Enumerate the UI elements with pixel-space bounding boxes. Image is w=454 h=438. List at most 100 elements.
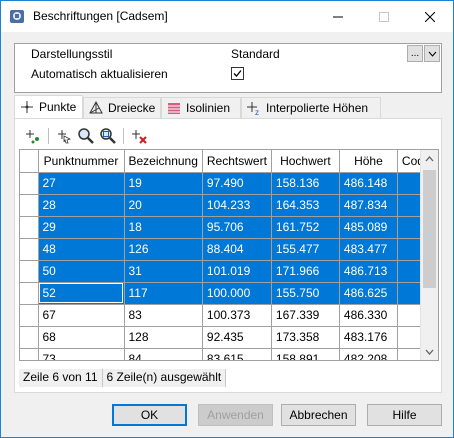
- scroll-up-button[interactable]: [421, 150, 438, 167]
- zoom-selection-button[interactable]: [98, 126, 118, 146]
- table-cell[interactable]: 27: [38, 172, 125, 195]
- table-row[interactable]: 50 31 101.019 171.966 486.713: [20, 260, 436, 283]
- table-cell[interactable]: 104.233: [202, 194, 272, 217]
- table-cell-focused[interactable]: 52: [38, 282, 125, 305]
- minimize-button[interactable]: [315, 1, 361, 32]
- column-header[interactable]: Höhe: [339, 150, 398, 173]
- corner-cell[interactable]: [20, 150, 39, 173]
- table-cell[interactable]: 487.834: [339, 194, 398, 217]
- row-header[interactable]: [20, 326, 39, 349]
- table-cell[interactable]: 20: [124, 194, 203, 217]
- table-cell[interactable]: 88.404: [202, 238, 272, 261]
- scroll-down-button[interactable]: [421, 343, 438, 360]
- table-cell[interactable]: 84: [124, 348, 203, 360]
- style-dropdown-button[interactable]: [424, 45, 440, 62]
- row-header[interactable]: [20, 304, 39, 327]
- table-row[interactable]: 48 126 88.404 155.477 483.477: [20, 238, 436, 261]
- table-row[interactable]: 29 18 95.706 161.752 485.089: [20, 216, 436, 239]
- vertical-scrollbar[interactable]: [420, 150, 438, 360]
- table-row[interactable]: 28 20 104.233 164.353 487.834: [20, 194, 436, 217]
- maximize-button[interactable]: [361, 1, 407, 32]
- style-value[interactable]: Standard: [231, 47, 280, 61]
- zoom-button[interactable]: [76, 126, 96, 146]
- table-cell[interactable]: 155.750: [271, 282, 340, 305]
- table-cell[interactable]: 158.891: [271, 348, 340, 360]
- table-cell[interactable]: 482.208: [339, 348, 398, 360]
- delete-button[interactable]: [129, 126, 149, 146]
- table-cell[interactable]: 485.089: [339, 216, 398, 239]
- table-cell[interactable]: 171.966: [271, 260, 340, 283]
- table-row[interactable]: 52 117 100.000 155.750 486.625: [20, 282, 436, 305]
- tab-isolinien[interactable]: Isolinien: [161, 97, 241, 118]
- select-button[interactable]: [54, 126, 74, 146]
- table-cell[interactable]: 18: [124, 216, 203, 239]
- row-header[interactable]: [20, 238, 39, 261]
- table-cell[interactable]: 101.019: [202, 260, 272, 283]
- table-cell[interactable]: 483.176: [339, 326, 398, 349]
- table-cell[interactable]: 164.353: [271, 194, 340, 217]
- table-cell[interactable]: 29: [38, 216, 125, 239]
- table-cell[interactable]: 167.339: [271, 304, 340, 327]
- table-cell[interactable]: 83: [124, 304, 203, 327]
- close-button[interactable]: [407, 1, 453, 32]
- cancel-button[interactable]: Abbrechen: [281, 404, 356, 426]
- table-cell[interactable]: 68: [38, 326, 125, 349]
- scrollbar-thumb[interactable]: [423, 170, 436, 288]
- table-cell[interactable]: 483.477: [339, 238, 398, 261]
- table-row[interactable]: 27 19 97.490 158.136 486.148: [20, 172, 436, 195]
- close-icon: [425, 11, 435, 22]
- tab-punkte[interactable]: Punkte: [14, 95, 83, 118]
- table-cell[interactable]: 486.330: [339, 304, 398, 327]
- table-cell[interactable]: 97.490: [202, 172, 272, 195]
- table-cell[interactable]: 50: [38, 260, 125, 283]
- table-cell[interactable]: 173.358: [271, 326, 340, 349]
- help-button[interactable]: Hilfe: [367, 404, 442, 426]
- table-cell[interactable]: 19: [124, 172, 203, 195]
- table-cell[interactable]: 48: [38, 238, 125, 261]
- table-header-row: Punktnummer Bezeichnung Rechtswert Hochw…: [20, 150, 436, 173]
- chevron-down-icon: [428, 51, 436, 57]
- table-row[interactable]: 67 83 100.373 167.339 486.330: [20, 304, 436, 327]
- tab-label: Interpolierte Höhen: [266, 101, 369, 115]
- style-more-button[interactable]: ...: [407, 45, 423, 62]
- column-header[interactable]: Bezeichnung: [124, 150, 203, 173]
- table-cell[interactable]: 67: [38, 304, 125, 327]
- apply-button[interactable]: Anwenden: [198, 404, 273, 426]
- ok-button[interactable]: OK: [112, 404, 187, 426]
- tab-interpolierte-hoehen[interactable]: z Interpolierte Höhen: [241, 97, 381, 118]
- table-cell[interactable]: 31: [124, 260, 203, 283]
- row-header[interactable]: [20, 282, 39, 305]
- table-cell[interactable]: 117: [124, 282, 203, 305]
- table-cell[interactable]: 95.706: [202, 216, 272, 239]
- column-header[interactable]: Punktnummer: [38, 150, 125, 173]
- column-header[interactable]: Hochwert: [271, 150, 340, 173]
- column-header[interactable]: Rechtswert: [202, 150, 272, 173]
- table-cell[interactable]: 73: [38, 348, 125, 360]
- row-header[interactable]: [20, 348, 39, 360]
- row-header[interactable]: [20, 194, 39, 217]
- table-cell[interactable]: 83.615: [202, 348, 272, 360]
- row-header[interactable]: [20, 260, 39, 283]
- point-icon: [19, 99, 35, 115]
- tab-dreiecke[interactable]: Dreiecke: [83, 97, 161, 118]
- table-cell[interactable]: 486.625: [339, 282, 398, 305]
- table-cell[interactable]: 28: [38, 194, 125, 217]
- table-cell[interactable]: 161.752: [271, 216, 340, 239]
- table-cell[interactable]: 486.148: [339, 172, 398, 195]
- row-header[interactable]: [20, 216, 39, 239]
- table-row[interactable]: 68 128 92.435 173.358 483.176: [20, 326, 436, 349]
- table-cell[interactable]: 100.000: [202, 282, 272, 305]
- table-cell[interactable]: 155.477: [271, 238, 340, 261]
- table-row[interactable]: 73 84 83.615 158.891 482.208: [20, 348, 436, 360]
- table-cell[interactable]: 128: [124, 326, 203, 349]
- row-header[interactable]: [20, 172, 39, 195]
- zoom-icon: [78, 128, 94, 144]
- table-cell[interactable]: 92.435: [202, 326, 272, 349]
- table-cell[interactable]: 158.136: [271, 172, 340, 195]
- add-points-button[interactable]: [23, 126, 43, 146]
- table-cell[interactable]: 486.713: [339, 260, 398, 283]
- table-cell[interactable]: 126: [124, 238, 203, 261]
- points-grid: Punktnummer Bezeichnung Rechtswert Hochw…: [19, 149, 439, 361]
- auto-update-checkbox[interactable]: [231, 67, 244, 80]
- table-cell[interactable]: 100.373: [202, 304, 272, 327]
